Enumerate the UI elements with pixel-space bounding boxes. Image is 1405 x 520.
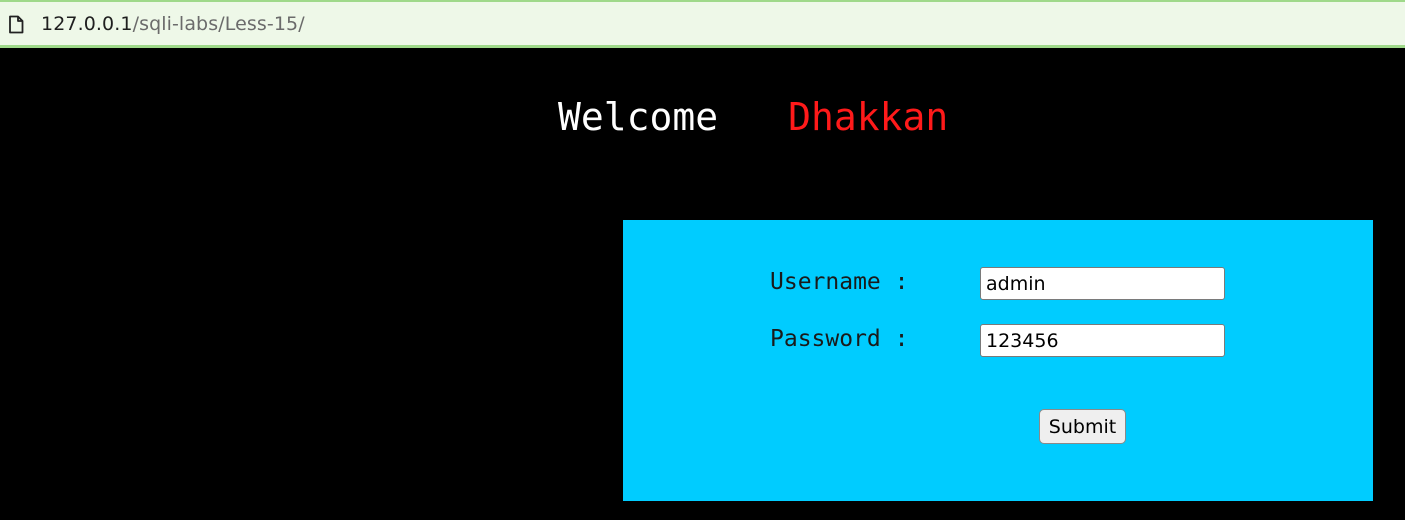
welcome-heading: Welcome Dhakkan: [558, 92, 948, 142]
welcome-text: Welcome: [558, 95, 719, 139]
document-icon: [9, 15, 24, 34]
url-text[interactable]: 127.0.0.1/sqli-labs/Less-15/: [41, 13, 305, 35]
username-label: Username :: [770, 269, 909, 295]
login-panel: Username : Password : Submit: [623, 220, 1373, 501]
submit-button[interactable]: Submit: [1039, 409, 1126, 444]
welcome-name: Dhakkan: [788, 95, 949, 139]
password-label: Password :: [770, 326, 909, 352]
page-content: Welcome Dhakkan Username : Password : Sub…: [0, 48, 1405, 520]
url-host: 127.0.0.1: [41, 13, 133, 35]
address-bar[interactable]: 127.0.0.1/sqli-labs/Less-15/: [0, 0, 1405, 48]
url-path: /sqli-labs/Less-15/: [132, 13, 305, 35]
password-input[interactable]: [980, 324, 1225, 357]
username-input[interactable]: [980, 267, 1225, 300]
